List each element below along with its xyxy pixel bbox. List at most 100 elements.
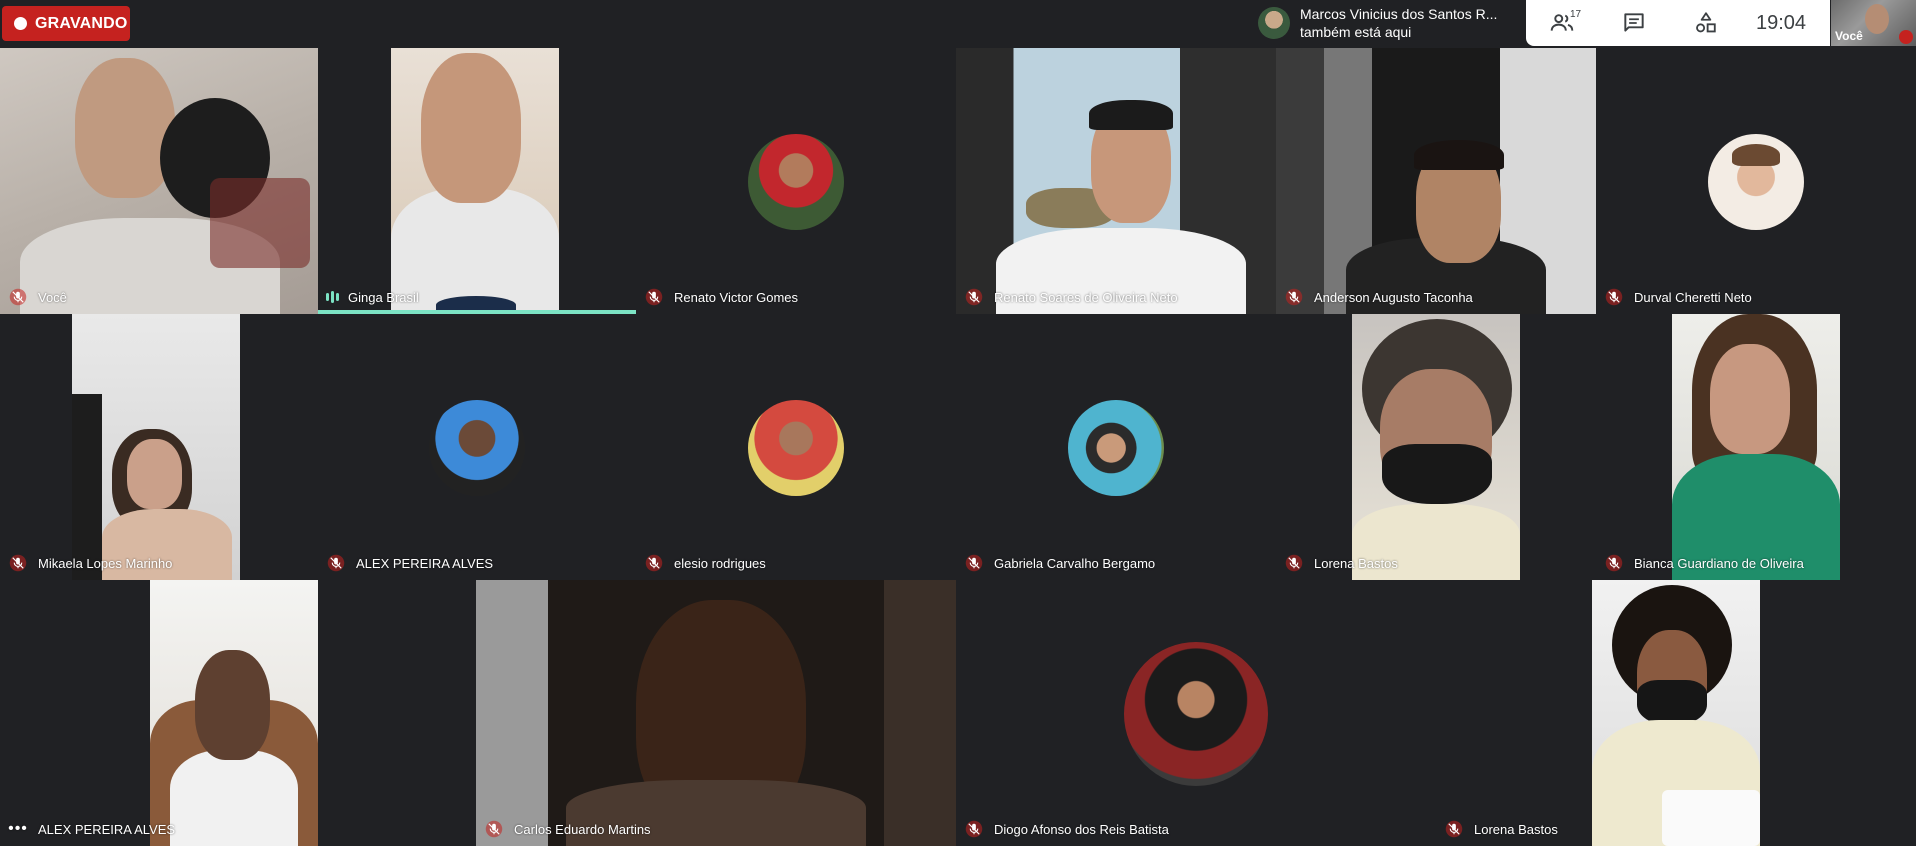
participant-avatar [748,400,844,496]
mic-off-icon [1899,30,1913,44]
participant-name-plate: Renato Soares de Oliveira Neto [956,280,1178,314]
participant-name: Carlos Eduardo Martins [514,821,651,837]
participant-tile[interactable]: Durval Cheretti Neto [1596,48,1916,314]
participant-name-plate: Ginga Brasil [318,280,419,314]
mic-off-icon [1280,283,1308,311]
participant-tile[interactable]: Lorena Bastos [1436,580,1916,846]
chat-button[interactable] [1598,0,1670,46]
notification-message: também está aqui [1300,24,1412,40]
participant-avatar [748,134,844,230]
mic-off-icon [960,283,988,311]
speaking-indicator-icon [322,291,342,303]
participant-name: Diogo Afonso dos Reis Batista [994,821,1169,837]
participant-avatar [1068,400,1164,496]
participant-name-plate: ALEX PEREIRA ALVES [318,546,493,580]
participant-tile[interactable]: Renato Victor Gomes [636,48,956,314]
participant-tile[interactable]: Carlos Eduardo Martins [476,580,956,846]
participant-name: Durval Cheretti Neto [1634,289,1752,305]
self-preview[interactable]: Você [1831,0,1916,46]
mic-off-icon [322,549,350,577]
mic-off-icon [1600,549,1628,577]
notification-name: Marcos Vinicius dos Santos R... [1300,6,1498,22]
participant-avatar [429,400,525,496]
recording-label: GRAVANDO [35,14,128,32]
participant-tile[interactable]: Gabriela Carvalho Bergamo [956,314,1276,580]
participant-name-plate: Mikaela Lopes Marinho [0,546,172,580]
participant-name-plate: Anderson Augusto Taconha [1276,280,1473,314]
participants-button[interactable]: 17 [1526,0,1598,46]
mic-off-icon [1280,549,1308,577]
participant-name: ALEX PEREIRA ALVES [356,555,494,571]
participant-name: Gabriela Carvalho Bergamo [994,555,1156,571]
participant-tile[interactable]: Renato Soares de Oliveira Neto [956,48,1276,314]
clock: 19:04 [1756,11,1807,34]
participant-name: Lorena Bastos [1474,821,1558,837]
participant-name: elesio rodrigues [674,555,766,571]
participant-name-plate: Durval Cheretti Neto [1596,280,1752,314]
participant-name-plate: elesio rodrigues [636,546,766,580]
participant-video [150,580,318,846]
participant-tile[interactable]: Bianca Guardiano de Oliveira [1596,314,1916,580]
participant-tile[interactable]: Anderson Augusto Taconha [1276,48,1596,314]
participant-tile[interactable]: Diogo Afonso dos Reis Batista [956,580,1436,846]
mic-off-icon [960,815,988,843]
mic-off-icon [4,549,32,577]
mic-off-icon [640,549,668,577]
participant-name: ALEX PEREIRA ALVES [38,821,176,837]
notification-avatar [1258,7,1290,39]
participant-video [956,48,1276,314]
participant-name-plate: Diogo Afonso dos Reis Batista [956,812,1169,846]
mic-off-icon [1600,283,1628,311]
meeting-toolbar: 17 19:04 [1526,0,1830,46]
mic-off-icon [640,283,668,311]
participant-name-plate: Lorena Bastos [1436,812,1558,846]
participant-video [1352,314,1520,580]
participant-tile[interactable]: Lorena Bastos [1276,314,1596,580]
participant-avatar [1124,642,1268,786]
participant-video [72,314,240,580]
participant-video [1672,314,1840,580]
participant-name-plate: Carlos Eduardo Martins [476,812,651,846]
recording-indicator[interactable]: GRAVANDO [2,6,130,41]
top-bar: GRAVANDO Marcos Vinicius dos Santos R...… [0,0,1916,48]
mic-off-icon [4,283,32,311]
participant-name: Mikaela Lopes Marinho [38,555,173,571]
participant-name: Bianca Guardiano de Oliveira [1634,555,1804,571]
participant-name-plate: ••• ALEX PEREIRA ALVES [0,812,175,846]
mic-off-icon [480,815,508,843]
participant-video [0,48,318,314]
participant-name: Renato Victor Gomes [674,289,799,305]
mic-off-icon [1440,815,1468,843]
participant-name-plate: Bianca Guardiano de Oliveira [1596,546,1804,580]
participant-name: Ginga Brasil [348,289,419,305]
participant-video [476,580,956,846]
self-video [1865,4,1889,34]
participants-count: 17 [1570,9,1582,20]
participant-name: Renato Soares de Oliveira Neto [994,289,1178,305]
participant-name-plate: Renato Victor Gomes [636,280,798,314]
participant-name: Lorena Bastos [1314,555,1398,571]
self-preview-label: Você [1835,29,1863,43]
participant-tile[interactable]: elesio rodrigues [636,314,956,580]
participant-video [1592,580,1760,846]
participant-video [1276,48,1596,314]
join-notification: Marcos Vinicius dos Santos R... também e… [1250,0,1525,46]
participant-name-plate: Lorena Bastos [1276,546,1398,580]
participant-tile[interactable]: ALEX PEREIRA ALVES [318,314,636,580]
participant-name-plate: Você [0,280,67,314]
participant-video [391,48,559,314]
mic-off-icon [960,549,988,577]
participant-name-plate: Gabriela Carvalho Bergamo [956,546,1155,580]
chat-icon [1624,13,1644,32]
more-options-icon[interactable]: ••• [4,820,32,838]
record-dot-icon [14,17,27,30]
activities-icon [1696,12,1716,33]
activities-button[interactable] [1670,0,1742,46]
participant-tile[interactable]: Mikaela Lopes Marinho [0,314,318,580]
participant-tile-speaking[interactable]: Ginga Brasil [318,48,636,314]
participant-avatar [1708,134,1804,230]
participant-name: Anderson Augusto Taconha [1314,289,1473,305]
participant-name: Você [38,289,67,305]
participant-tile[interactable]: Você [0,48,318,314]
participant-tile[interactable]: ••• ALEX PEREIRA ALVES [0,580,476,846]
